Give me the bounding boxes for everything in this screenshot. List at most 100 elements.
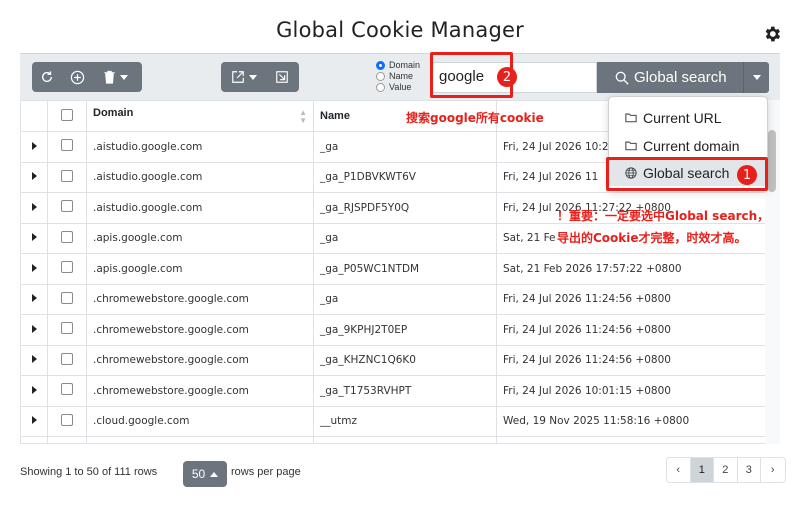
cell-domain: .aistudio.google.com <box>86 131 314 163</box>
export-icon <box>232 71 244 83</box>
select-cell[interactable] <box>47 283 87 315</box>
row-checkbox[interactable] <box>61 139 73 152</box>
cell-domain: .apis.google.com <box>86 222 314 254</box>
radio-value[interactable]: Value <box>376 82 420 93</box>
page-button[interactable]: 2 <box>714 458 738 482</box>
row-checkbox[interactable] <box>61 352 73 365</box>
global-search-button[interactable]: Global search <box>597 62 743 93</box>
select-cell[interactable] <box>47 405 87 437</box>
expand-cell[interactable] <box>20 161 48 193</box>
row-checkbox[interactable] <box>61 200 73 213</box>
cell-name: __utmz <box>313 405 497 437</box>
refresh-button[interactable] <box>32 62 62 92</box>
cell-name: _ga_RJSPDF5Y0Q <box>313 192 497 224</box>
table-row[interactable] <box>20 436 766 443</box>
table-row[interactable]: .chromewebstore.google.com _ga_T1753RVHPT… <box>20 375 766 407</box>
table-row[interactable]: .chromewebstore.google.com _ga Fri, 24 Jul… <box>20 283 766 315</box>
expand-row-icon[interactable] <box>31 172 37 181</box>
folder-icon <box>625 113 637 123</box>
search-icon <box>615 71 629 85</box>
toolbar: Domain Name Value google Global search <box>20 53 780 100</box>
expand-cell[interactable] <box>20 314 48 346</box>
scrollbar-thumb[interactable] <box>768 130 776 192</box>
expand-cell[interactable] <box>20 192 48 224</box>
import-button[interactable] <box>267 62 297 92</box>
table-row[interactable]: .chromewebstore.google.com _ga_KHZNC1Q6K0… <box>20 344 766 376</box>
expand-row-icon[interactable] <box>31 263 37 272</box>
scope-current-domain[interactable]: Current domain <box>609 132 767 159</box>
cell-domain: .chromewebstore.google.com <box>86 344 314 376</box>
page-button[interactable]: 1 <box>690 458 714 482</box>
add-cookie-button[interactable] <box>62 62 92 92</box>
cell-domain: .cloud.google.com <box>86 405 314 437</box>
scope-current-url[interactable]: Current URL <box>609 104 767 131</box>
row-checkbox[interactable] <box>61 169 73 182</box>
gear-icon[interactable] <box>762 24 782 44</box>
pagination: ‹ 1 2 3 › <box>666 457 786 483</box>
plus-circle-icon <box>70 70 84 84</box>
search-scope-dropdown-toggle[interactable] <box>743 62 769 93</box>
select-cell[interactable] <box>47 344 87 376</box>
row-checkbox[interactable] <box>61 413 73 426</box>
expand-cell[interactable] <box>20 344 48 376</box>
select-cell[interactable] <box>47 161 87 193</box>
cell-name: _ga_T1753RVHPT <box>313 375 497 407</box>
cell-expires: Fri, 24 Jul 2026 11:24:56 +0800 <box>496 314 766 346</box>
table-row[interactable]: .cloud.google.com __utmz Wed, 19 Nov 2025 … <box>20 405 766 437</box>
expand-cell[interactable] <box>20 222 48 254</box>
select-cell[interactable] <box>47 192 87 224</box>
radio-dot[interactable] <box>376 83 385 92</box>
cell-expires: Fri, 24 Jul 2026 11:24:56 +0800 <box>496 283 766 315</box>
expand-cell[interactable] <box>20 375 48 407</box>
cell-name: _ga_P05WC1NTDM <box>313 253 497 285</box>
row-checkbox[interactable] <box>61 261 73 274</box>
cell-expires: Fri, 24 Jul 2026 11:24:56 +0800 <box>496 344 766 376</box>
radio-name[interactable]: Name <box>376 71 420 82</box>
select-cell[interactable] <box>47 131 87 163</box>
prev-page-button[interactable]: ‹ <box>667 458 691 482</box>
expand-row-icon[interactable] <box>31 324 37 333</box>
column-header-domain[interactable]: Domain ▲ ▼ <box>86 100 314 132</box>
row-checkbox[interactable] <box>61 383 73 396</box>
expand-cell[interactable] <box>20 436 48 443</box>
radio-domain[interactable]: Domain <box>376 60 420 71</box>
radio-label: Domain <box>389 60 421 70</box>
row-checkbox[interactable] <box>61 291 73 304</box>
cell-domain: .aistudio.google.com <box>86 161 314 193</box>
column-header-label: Domain <box>93 107 134 119</box>
row-checkbox[interactable] <box>61 322 73 335</box>
expand-row-icon[interactable] <box>31 233 37 242</box>
select-all-checkbox[interactable] <box>61 108 73 121</box>
expand-cell[interactable] <box>20 283 48 315</box>
delete-menu-button[interactable] <box>92 62 138 92</box>
page-button[interactable]: 3 <box>738 458 761 482</box>
radio-dot[interactable] <box>376 61 385 70</box>
expand-column-header <box>20 100 48 132</box>
expand-row-icon[interactable] <box>31 385 37 394</box>
scope-label: Current URL <box>643 109 722 126</box>
table-row[interactable]: .chromewebstore.google.com _ga_9KPHJ2T0EP… <box>20 314 766 346</box>
expand-row-icon[interactable] <box>31 141 37 150</box>
export-button[interactable] <box>221 62 267 92</box>
import-icon <box>276 71 288 83</box>
expand-cell[interactable] <box>20 253 48 285</box>
select-cell[interactable] <box>47 222 87 254</box>
page-size-dropdown[interactable]: 50 <box>183 461 227 487</box>
select-cell[interactable] <box>47 253 87 285</box>
expand-cell[interactable] <box>20 405 48 437</box>
cell-domain <box>86 436 314 443</box>
row-checkbox[interactable] <box>61 230 73 243</box>
select-cell[interactable] <box>47 314 87 346</box>
expand-row-icon[interactable] <box>31 416 37 425</box>
expand-cell[interactable] <box>20 131 48 163</box>
cell-expires <box>496 436 766 443</box>
expand-row-icon[interactable] <box>31 202 37 211</box>
table-row[interactable]: .apis.google.com _ga_P05WC1NTDM Sat, 21 Fe… <box>20 253 766 285</box>
select-cell[interactable] <box>47 375 87 407</box>
select-cell[interactable] <box>47 436 87 443</box>
expand-row-icon[interactable] <box>31 294 37 303</box>
cell-name: _ga <box>313 131 497 163</box>
expand-row-icon[interactable] <box>31 355 37 364</box>
next-page-button[interactable]: › <box>761 458 785 482</box>
radio-dot[interactable] <box>376 72 385 81</box>
